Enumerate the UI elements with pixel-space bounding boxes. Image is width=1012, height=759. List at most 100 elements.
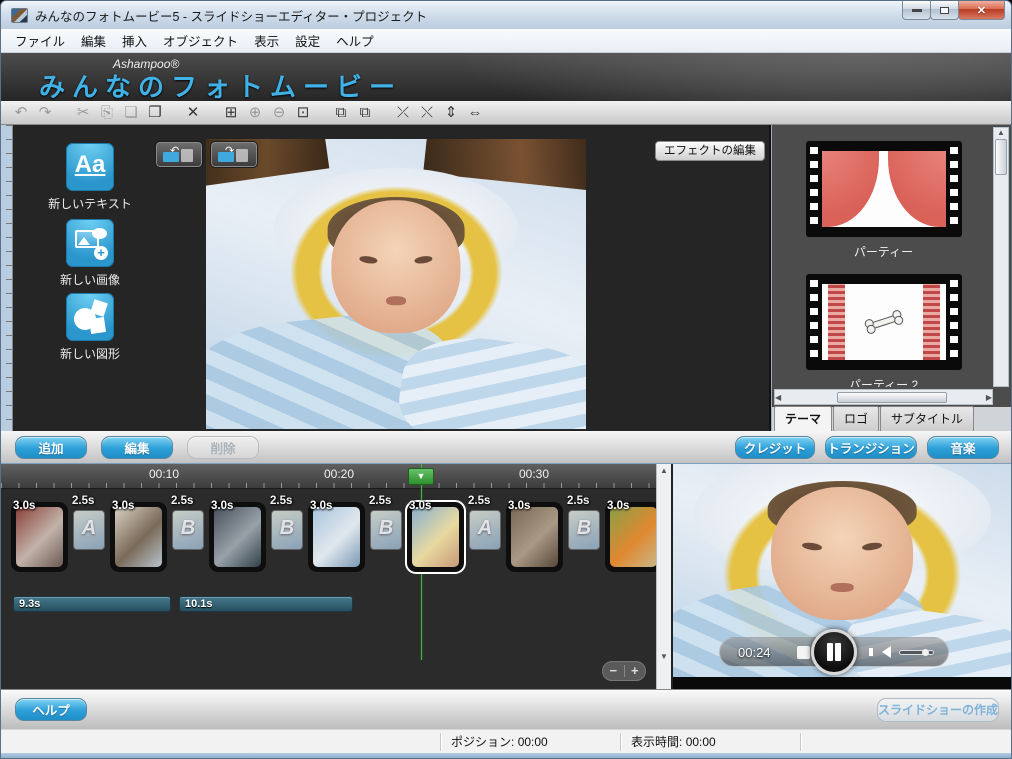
timeline-tracks[interactable]: 00:10 00:20 00:30 ▼ 3.0sA2.5s3.0sB2.5s3.… [1,464,656,689]
timeline-clip-transition[interactable]: B2.5s [370,510,402,550]
tool-text[interactable]: Aa新しいテキスト [35,143,145,212]
menu-item[interactable]: ヘルプ [328,28,382,53]
theme-item[interactable]: パーティー 2 [804,274,964,387]
timeline-vertical-scrollbar[interactable]: ▲▼ [656,464,671,689]
theme-vertical-scrollbar[interactable]: ▲ [993,127,1009,387]
app-window: みんなのフォトムービー5 - スライドショーエディター・プロジェクト ✕ ファイ… [0,0,1012,759]
zoom-in-icon[interactable]: ⊕ [243,102,267,124]
theme-label: パーティー [804,243,964,260]
theme-thumbnail[interactable] [806,141,962,237]
timeline-clip-transition[interactable]: B2.5s [271,510,303,550]
rotate-right-button[interactable]: ↷ [210,141,258,168]
title-bar[interactable]: みんなのフォトムービー5 - スライドショーエディター・プロジェクト ✕ [1,1,1011,29]
menu-item[interactable]: 表示 [246,28,287,53]
close-button[interactable]: ✕ [958,1,1005,20]
timeline-clip-photo[interactable]: 3.0s [308,502,365,572]
timeline-ruler[interactable]: 00:10 00:20 00:30 [1,464,656,489]
music-button[interactable]: 音楽 [927,436,999,459]
tool-image[interactable]: +新しい画像 [35,219,145,288]
restore-button[interactable] [930,1,959,20]
timeline-clip-transition[interactable]: B2.5s [172,510,204,550]
center-horizontal-icon[interactable]: ⇔ [463,102,487,124]
stop-button[interactable] [797,646,810,659]
copy-icon[interactable]: ❏ [119,102,143,124]
theme-tabs: テーマロゴサブタイトル [772,407,1011,431]
playhead-marker[interactable]: ▼ [408,468,434,485]
theme-item[interactable]: パーティー [804,141,964,260]
menu-item[interactable]: 編集 [73,28,114,53]
menu-item[interactable]: 設定 [287,28,328,53]
send-backward-icon[interactable]: ⧉ [353,102,377,124]
timeline-zoom-in-button[interactable]: + [625,662,646,680]
menu-item[interactable]: 挿入 [114,28,155,53]
theme-thumbnail[interactable] [806,274,962,370]
tool-label: 新しい画像 [35,271,145,288]
minimize-button[interactable] [902,1,931,20]
timeline-clip-transition[interactable]: B2.5s [568,510,600,550]
tool-shape[interactable]: 新しい図形 [35,293,145,362]
mirror-horizontal-icon[interactable]: ⤫ [391,102,415,124]
tab-テーマ[interactable]: テーマ [774,406,832,431]
delete-button[interactable]: 削除 [187,436,259,459]
help-button[interactable]: ヘルプ [15,698,87,721]
edit-effects-button[interactable]: エフェクトの編集 [655,141,765,161]
clip-duration: 2.5s [171,495,193,507]
tab-ロゴ[interactable]: ロゴ [833,406,879,431]
cut-icon[interactable]: ✂ [71,102,95,124]
delete-icon[interactable]: ✕ [181,102,205,124]
theme-panel: パーティーパーティー 2 ▲ ◀▶ テーマロゴサブタイトル [771,125,1011,431]
clip-duration: 2.5s [567,495,589,507]
vertical-ruler [1,125,13,431]
add-button[interactable]: 追加 [15,436,87,459]
tab-サブタイトル[interactable]: サブタイトル [880,406,974,431]
timeline-clip-photo[interactable]: 3.0s [110,502,167,572]
timeline-clip-transition[interactable]: A2.5s [469,510,501,550]
window-title: みんなのフォトムービー5 - スライドショーエディター・プロジェクト [35,6,427,25]
redo-icon[interactable]: ↷ [33,102,57,124]
create-slideshow-button[interactable]: スライドショーの作成 [877,698,999,722]
edit-button[interactable]: 編集 [101,436,173,459]
timeline-clip-photo[interactable]: 3.0s [605,502,656,572]
transition-button[interactable]: トランジション [825,436,917,459]
undo-icon[interactable]: ↶ [9,102,33,124]
menu-item[interactable]: オブジェクト [155,28,246,53]
menu-item[interactable]: ファイル [7,28,73,53]
zoom-select-icon[interactable]: ⊞ [219,102,243,124]
timeline-zoom-out-button[interactable]: − [603,662,624,680]
pause-button[interactable] [811,629,857,675]
clip-duration: 2.5s [270,495,292,507]
status-cell-empty [1,733,441,751]
ruler-label: 00:30 [519,467,549,481]
timeline-clip-photo[interactable]: 3.0s [506,502,563,572]
editor-canvas[interactable]: Aa新しいテキスト +新しい画像新しい図形 ↶ ↷ エフェクトの編集 [13,125,771,431]
rotate-left-button[interactable]: ↶ [155,141,203,168]
clip-duration: 2.5s [468,495,490,507]
new-text-icon: Aa [66,143,114,191]
ruler-label: 00:20 [324,467,354,481]
clip-track: 3.0sA2.5s3.0sB2.5s3.0sB2.5s3.0sB2.5s3.0s… [11,502,656,586]
timeline-clip-transition[interactable]: A2.5s [73,510,105,550]
theme-horizontal-scrollbar[interactable]: ◀▶ [774,389,993,405]
center-vertical-icon[interactable]: ⇕ [439,102,463,124]
paste-icon[interactable]: ⎘ [95,102,119,124]
toolbar: ↶↷ ✂⎘❏❐ ✕ ⊞⊕⊖⊡ ⧉⧉ ⤫⤬⇕⇔ [1,101,1011,125]
ruler-label: 00:10 [149,467,179,481]
timeline-clip-photo[interactable]: 3.0s [209,502,266,572]
clip-duration: 3.0s [211,500,233,512]
timeline-clip-photo[interactable]: 3.0s [11,502,68,572]
duplicate-icon[interactable]: ❐ [143,102,167,124]
decor [331,200,460,333]
timeline-clip-photo[interactable]: 3.0s [407,502,464,572]
volume-slider[interactable] [899,650,934,655]
zoom-out-icon[interactable]: ⊖ [267,102,291,124]
mirror-vertical-icon[interactable]: ⤬ [415,102,439,124]
slide-preview-image[interactable] [206,139,586,429]
credits-button[interactable]: クレジット [735,436,815,459]
bring-forward-icon[interactable]: ⧉ [329,102,353,124]
music-clip[interactable]: 9.3s [13,596,171,612]
playback-bar: 00:24 [719,637,949,667]
music-clip[interactable]: 10.1s [179,596,353,612]
status-bar: ポジション: 00:00 表示時間: 00:00 [1,729,1011,753]
brand-product: みんなのフォトムービー [39,67,402,104]
zoom-fit-icon[interactable]: ⊡ [291,102,315,124]
